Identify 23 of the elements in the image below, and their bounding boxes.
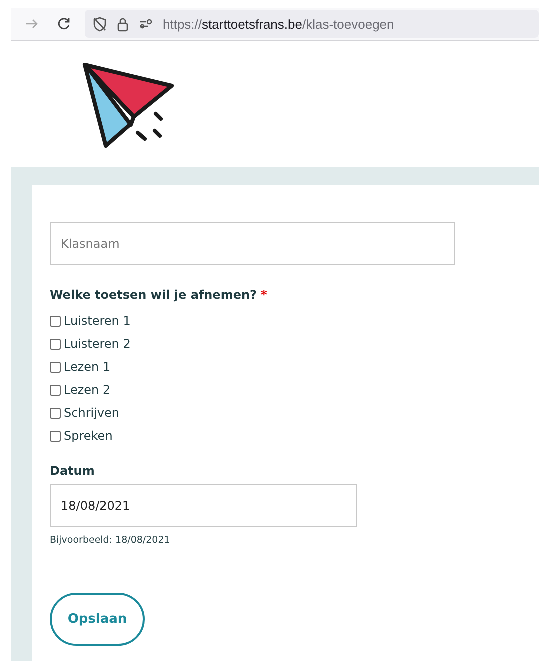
reload-icon[interactable]	[57, 17, 71, 31]
checkbox[interactable]	[50, 430, 61, 442]
shield-icon[interactable]	[93, 16, 107, 32]
lock-icon[interactable]	[117, 16, 129, 32]
checkbox-label[interactable]: Lezen 1	[64, 360, 111, 374]
checkbox[interactable]	[50, 408, 61, 418]
checkbox-label[interactable]: Schrijven	[64, 406, 120, 420]
save-button[interactable]: Opslaan	[50, 593, 145, 646]
date-hint: Bijvoorbeeld: 18/08/2021	[50, 535, 172, 546]
date-label: Datum	[50, 464, 96, 478]
settings-icon[interactable]	[139, 19, 153, 29]
checkbox[interactable]	[50, 338, 61, 350]
checkbox[interactable]	[50, 362, 61, 372]
tests-question: Welke toetsen wil je afnemen?	[50, 288, 257, 302]
checkbox[interactable]	[50, 316, 61, 326]
checkbox-label[interactable]: Spreken	[64, 429, 113, 443]
checkbox-label[interactable]: Luisteren 1	[64, 314, 131, 328]
class-name-field[interactable]: Klasnaam	[50, 222, 455, 265]
checkbox[interactable]	[50, 384, 61, 396]
date-field[interactable]: 18/08/2021	[50, 484, 357, 527]
required-mark: *	[260, 288, 268, 302]
checkbox-label[interactable]: Lezen 2	[64, 383, 111, 397]
checkbox-label[interactable]: Luisteren 2	[64, 337, 131, 351]
